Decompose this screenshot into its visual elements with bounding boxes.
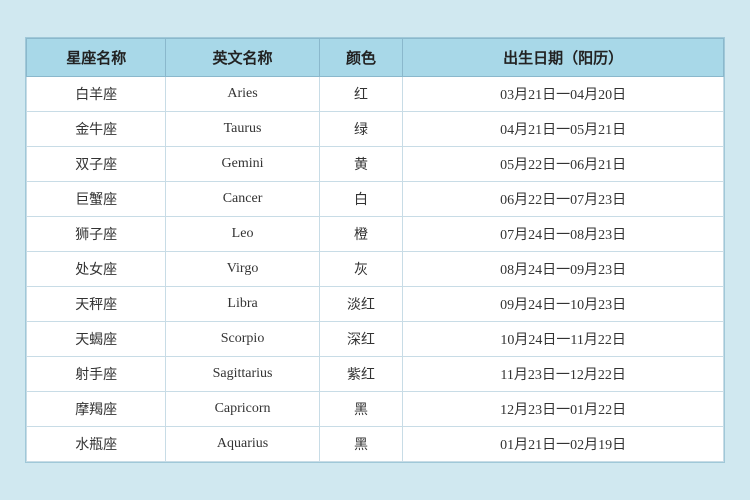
table-row: 天蝎座Scorpio深红10月24日一11月22日: [27, 322, 724, 357]
table-row: 狮子座Leo橙07月24日一08月23日: [27, 217, 724, 252]
cell-chinese: 天秤座: [27, 287, 166, 322]
cell-english: Capricorn: [166, 392, 319, 427]
cell-color: 黄: [319, 147, 403, 182]
cell-date: 12月23日一01月22日: [403, 392, 724, 427]
header-date: 出生日期（阳历）: [403, 39, 724, 77]
table-row: 白羊座Aries红03月21日一04月20日: [27, 77, 724, 112]
cell-color: 黑: [319, 427, 403, 462]
cell-chinese: 射手座: [27, 357, 166, 392]
cell-english: Aries: [166, 77, 319, 112]
cell-english: Leo: [166, 217, 319, 252]
cell-english: Scorpio: [166, 322, 319, 357]
table-row: 水瓶座Aquarius黑01月21日一02月19日: [27, 427, 724, 462]
cell-color: 黑: [319, 392, 403, 427]
cell-color: 绿: [319, 112, 403, 147]
cell-english: Gemini: [166, 147, 319, 182]
cell-date: 06月22日一07月23日: [403, 182, 724, 217]
cell-date: 05月22日一06月21日: [403, 147, 724, 182]
zodiac-table: 星座名称 英文名称 颜色 出生日期（阳历） 白羊座Aries红03月21日一04…: [26, 38, 724, 462]
cell-chinese: 金牛座: [27, 112, 166, 147]
cell-chinese: 摩羯座: [27, 392, 166, 427]
cell-color: 白: [319, 182, 403, 217]
zodiac-table-container: 星座名称 英文名称 颜色 出生日期（阳历） 白羊座Aries红03月21日一04…: [25, 37, 725, 463]
header-chinese: 星座名称: [27, 39, 166, 77]
cell-english: Aquarius: [166, 427, 319, 462]
table-row: 天秤座Libra淡红09月24日一10月23日: [27, 287, 724, 322]
table-row: 巨蟹座Cancer白06月22日一07月23日: [27, 182, 724, 217]
table-row: 射手座Sagittarius紫红11月23日一12月22日: [27, 357, 724, 392]
cell-date: 04月21日一05月21日: [403, 112, 724, 147]
table-row: 双子座Gemini黄05月22日一06月21日: [27, 147, 724, 182]
cell-chinese: 白羊座: [27, 77, 166, 112]
cell-date: 03月21日一04月20日: [403, 77, 724, 112]
header-color: 颜色: [319, 39, 403, 77]
cell-chinese: 水瓶座: [27, 427, 166, 462]
table-header-row: 星座名称 英文名称 颜色 出生日期（阳历）: [27, 39, 724, 77]
cell-english: Virgo: [166, 252, 319, 287]
cell-chinese: 天蝎座: [27, 322, 166, 357]
cell-date: 11月23日一12月22日: [403, 357, 724, 392]
table-row: 金牛座Taurus绿04月21日一05月21日: [27, 112, 724, 147]
cell-color: 红: [319, 77, 403, 112]
cell-english: Libra: [166, 287, 319, 322]
cell-english: Taurus: [166, 112, 319, 147]
cell-chinese: 处女座: [27, 252, 166, 287]
table-body: 白羊座Aries红03月21日一04月20日金牛座Taurus绿04月21日一0…: [27, 77, 724, 462]
cell-date: 01月21日一02月19日: [403, 427, 724, 462]
cell-chinese: 狮子座: [27, 217, 166, 252]
cell-date: 10月24日一11月22日: [403, 322, 724, 357]
cell-color: 灰: [319, 252, 403, 287]
cell-english: Cancer: [166, 182, 319, 217]
cell-color: 橙: [319, 217, 403, 252]
cell-chinese: 巨蟹座: [27, 182, 166, 217]
table-row: 摩羯座Capricorn黑12月23日一01月22日: [27, 392, 724, 427]
cell-color: 紫红: [319, 357, 403, 392]
cell-chinese: 双子座: [27, 147, 166, 182]
cell-date: 07月24日一08月23日: [403, 217, 724, 252]
cell-english: Sagittarius: [166, 357, 319, 392]
cell-color: 深红: [319, 322, 403, 357]
header-english: 英文名称: [166, 39, 319, 77]
table-row: 处女座Virgo灰08月24日一09月23日: [27, 252, 724, 287]
cell-date: 09月24日一10月23日: [403, 287, 724, 322]
cell-color: 淡红: [319, 287, 403, 322]
cell-date: 08月24日一09月23日: [403, 252, 724, 287]
